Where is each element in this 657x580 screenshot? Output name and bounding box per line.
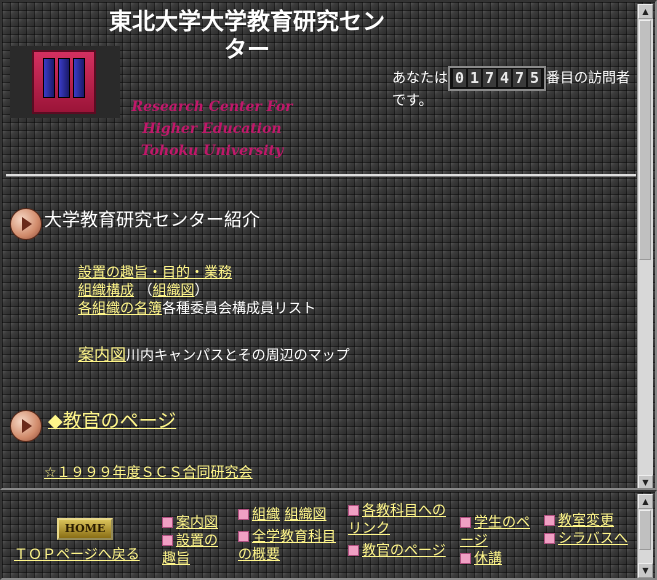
faculty-page-link[interactable]: ◆教官のページ — [48, 410, 176, 432]
pink-bullet-icon — [544, 533, 555, 544]
pink-bullet-icon — [238, 531, 249, 542]
nav-item: 学生のページ — [460, 514, 540, 550]
nav-scrollbar[interactable]: ▲ ▼ — [637, 494, 653, 578]
logo-bar — [43, 58, 55, 98]
nav-map-link[interactable]: 案内図 — [176, 515, 218, 531]
scroll-down-icon[interactable]: ▼ — [638, 475, 653, 488]
english-subtitle: Research Center For Higher Education Toh… — [131, 99, 293, 159]
bullet-arrow-icon — [10, 208, 42, 240]
committee-text: 各種委員会構成員リスト — [162, 301, 316, 317]
pink-bullet-icon — [348, 505, 359, 516]
nav-col-5: 教室変更 シラバスへ — [544, 512, 628, 548]
pink-bullet-icon — [162, 535, 173, 546]
nav-col-2: 組織 組織図 全学教育科目の概要 — [238, 506, 340, 564]
nav-subjects-link[interactable]: 各教科目へのリンク — [348, 503, 446, 537]
back-to-top-link[interactable]: ＴＯＰページへ戻る — [14, 547, 140, 563]
center-logo — [10, 46, 120, 118]
nav-top-link-wrap: ＴＯＰページへ戻る — [14, 546, 140, 564]
scroll-thumb[interactable] — [639, 510, 651, 550]
nav-org-chart-link[interactable]: 組織図 — [284, 507, 326, 523]
scroll-up-icon[interactable]: ▲ — [638, 4, 653, 19]
pink-bullet-icon — [460, 553, 471, 564]
structure-link[interactable]: 組織構成 — [78, 283, 134, 299]
visitor-counter-text: あなたは 0 1 7 4 7 5 番目の訪問者です。 — [392, 66, 632, 111]
org-chart-link[interactable]: 組織図 — [152, 283, 194, 299]
pink-bullet-icon — [162, 517, 173, 528]
divider — [6, 174, 636, 177]
page-title: 東北大学大学教育研究センター — [109, 8, 385, 63]
nav-col-1: 案内図 設置の趣旨 — [162, 514, 228, 568]
counter-digit: 7 — [513, 69, 526, 87]
counter-digit: 4 — [498, 69, 511, 87]
intro-line-1: 設置の趣旨・目的・業務 — [78, 264, 232, 282]
counter-digit: 7 — [483, 69, 496, 87]
pink-bullet-icon — [238, 509, 249, 520]
nav-item: 教官のページ — [348, 542, 448, 560]
counter-digit: 0 — [453, 69, 466, 87]
nav-item: 教室変更 — [544, 512, 628, 530]
nav-all-univ-link[interactable]: 全学教育科目の概要 — [238, 529, 336, 563]
campus-map-link[interactable]: 案内図 — [78, 345, 126, 364]
top-scrollbar[interactable]: ▲ ▼ — [637, 4, 653, 488]
scroll-thumb[interactable] — [639, 20, 651, 260]
logo-bar — [58, 58, 70, 98]
counter-digit: 1 — [468, 69, 481, 87]
nav-item: シラバスへ — [544, 530, 628, 548]
nav-item: 設置の趣旨 — [162, 532, 228, 568]
paren-close: ） — [194, 283, 209, 299]
intro-line-4: 案内図川内キャンパスとその周辺のマップ — [78, 346, 350, 365]
nav-syllabus-link[interactable]: シラバスへ — [558, 531, 628, 547]
nav-cancel-link[interactable]: 休講 — [474, 551, 502, 567]
nav-org-link[interactable]: 組織 — [252, 507, 280, 523]
intro-heading: 大学教育研究センター紹介 — [44, 210, 260, 231]
counter-digit: 5 — [528, 69, 541, 87]
scroll-up-icon[interactable]: ▲ — [638, 494, 653, 509]
nav-item: 各教科目へのリンク — [348, 502, 448, 538]
nav-item: 組織 組織図 — [238, 506, 340, 524]
pink-bullet-icon — [348, 545, 359, 556]
pink-bullet-icon — [460, 517, 471, 528]
scs-meeting-link[interactable]: ☆１９９９年度ＳＣＳ合同研究会 — [44, 465, 253, 481]
nav-faculty-link[interactable]: 教官のページ — [362, 543, 446, 559]
scs-line: ☆１９９９年度ＳＣＳ合同研究会 — [44, 464, 253, 482]
visitor-counter: 017475 — [448, 66, 546, 91]
nav-item: 全学教育科目の概要 — [238, 528, 340, 564]
intro-line-3: 各組織の名簿各種委員会構成員リスト — [78, 300, 316, 318]
bullet-arrow-icon — [10, 410, 42, 442]
nav-room-change-link[interactable]: 教室変更 — [558, 513, 614, 529]
nav-item: 案内図 — [162, 514, 228, 532]
campus-map-desc: 川内キャンパスとその周辺のマップ — [126, 348, 350, 364]
scroll-down-icon[interactable]: ▼ — [638, 563, 653, 578]
pink-bullet-icon — [544, 515, 555, 526]
purpose-link[interactable]: 設置の趣旨・目的・業務 — [78, 265, 232, 281]
visitor-prefix: あなたは — [392, 70, 448, 87]
paren-open: （ — [134, 283, 153, 299]
top-frame: 東北大学大学教育研究センター Research Center For Highe… — [0, 0, 657, 490]
nav-frame: HOME ＴＯＰページへ戻る 案内図 設置の趣旨 組織 組織図 全学教育科目の概… — [0, 490, 657, 580]
nav-col-4: 学生のページ 休講 — [460, 514, 540, 568]
logo-bar — [73, 58, 85, 98]
home-button[interactable]: HOME — [57, 518, 113, 540]
roster-link[interactable]: 各組織の名簿 — [78, 301, 162, 317]
intro-line-2: 組織構成 （組織図） — [78, 282, 208, 300]
faculty-heading: ◆教官のページ — [48, 406, 176, 433]
nav-col-3: 各教科目へのリンク 教官のページ — [348, 502, 448, 560]
nav-item: 休講 — [460, 550, 540, 568]
logo-emblem — [32, 50, 96, 114]
